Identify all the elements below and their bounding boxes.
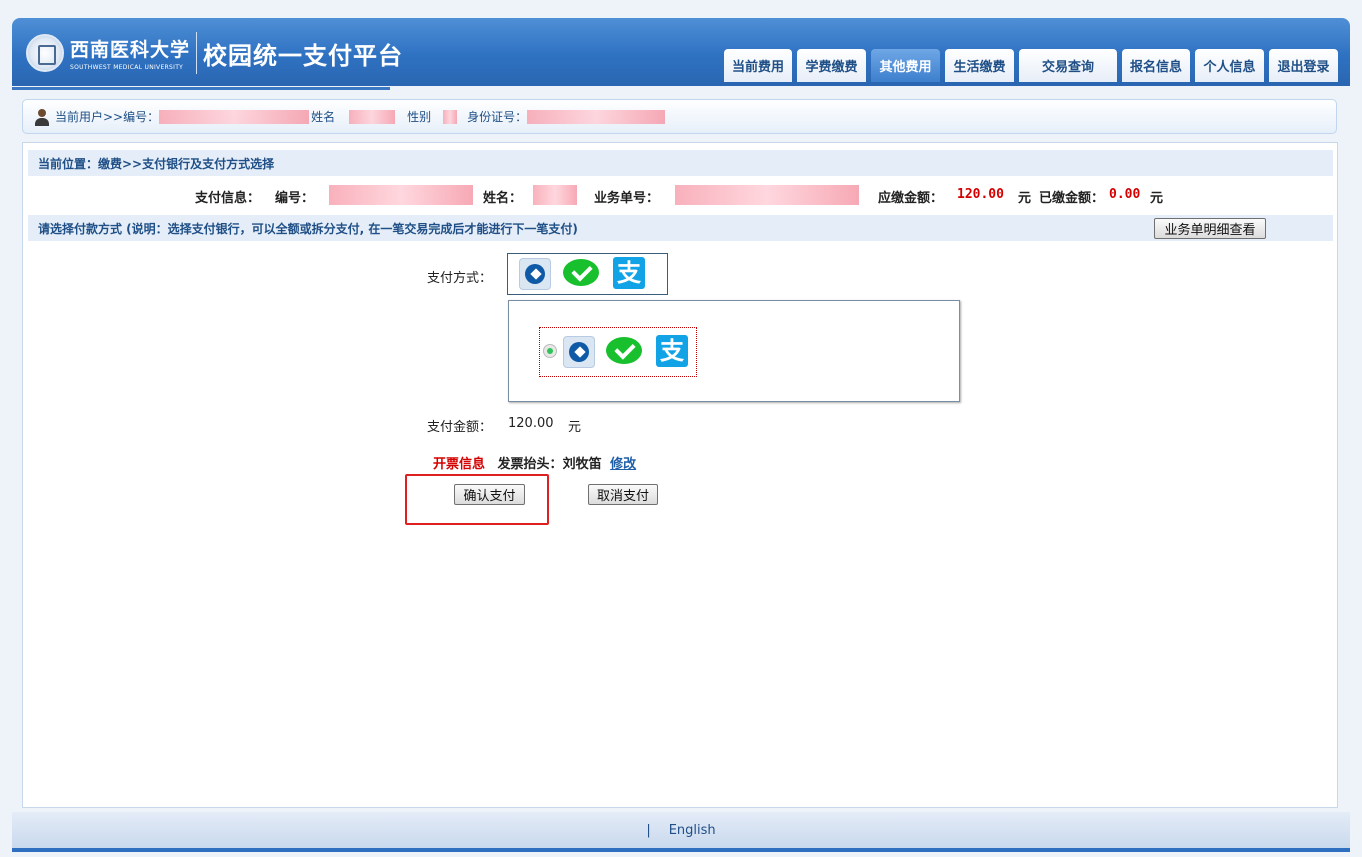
payinfo-name-label: 姓名： [483, 191, 523, 206]
redacted-order-no [675, 185, 859, 205]
footer-separator: | [646, 822, 651, 838]
tab-registration[interactable]: 报名信息 [1122, 49, 1190, 82]
payinfo-order-label: 业务单号： [594, 191, 660, 206]
ccb-bank-icon[interactable] [519, 258, 551, 290]
redacted-id-card [527, 109, 666, 124]
redacted-gender [443, 109, 458, 124]
payinfo-id-label: 编号： [275, 191, 315, 206]
channel-radio[interactable] [543, 344, 557, 358]
user-icon [33, 108, 51, 126]
payinfo-title: 支付信息： [195, 191, 261, 206]
tab-current-fees[interactable]: 当前费用 [724, 49, 792, 82]
user-gender-label: 性别 [407, 110, 432, 124]
logo-divider [196, 32, 198, 74]
payment-method-options[interactable]: 支 [507, 253, 668, 295]
redacted-payinfo-id [329, 185, 473, 205]
alipay-icon: 支 [656, 335, 688, 367]
alipay-icon[interactable]: 支 [613, 257, 645, 289]
tab-transactions[interactable]: 交易查询 [1019, 49, 1117, 82]
invoice-edit-link[interactable]: 修改 [610, 457, 636, 472]
payinfo-paid-currency: 元 [1150, 191, 1164, 206]
breadcrumb: 当前位置：缴费>>支付银行及支付方式选择 [28, 150, 1333, 176]
selected-payment-channel[interactable]: 支 [539, 327, 697, 377]
payinfo-due-currency: 元 [1018, 191, 1032, 206]
invoice-title-value: 刘牧笛 [562, 457, 602, 472]
payment-method-label: 支付方式： [427, 271, 493, 286]
header-underline [12, 87, 390, 90]
payinfo-due-value: 120.00 [957, 187, 1004, 202]
current-user-bar: 当前用户>>编号： 姓名 性别 身份证号： [22, 99, 1337, 134]
main-panel: 当前位置：缴费>>支付银行及支付方式选择 支付信息： 编号： 姓名： 业务单号：… [22, 142, 1338, 808]
invoice-title-label: 发票抬头： [497, 457, 563, 472]
app-header: 西南医科大学 SOUTHWEST MEDICAL UNIVERSITY 校园统一… [12, 18, 1350, 90]
tab-living-fees[interactable]: 生活缴费 [945, 49, 1014, 82]
user-name-label: 姓名 [311, 110, 336, 124]
english-link[interactable]: English [669, 823, 716, 838]
payinfo-paid-value: 0.00 [1109, 187, 1141, 202]
user-id-card-label: 身份证号： [467, 110, 528, 124]
school-seal-icon [26, 34, 64, 72]
payment-amount-label: 支付金额： [427, 420, 493, 435]
payment-info-row: 支付信息： 编号： 姓名： 业务单号： 应缴金额： 120.00 元 已缴金额：… [23, 185, 1337, 206]
confirm-pay-button[interactable]: 确认支付 [454, 484, 525, 505]
ccb-bank-icon [563, 336, 595, 368]
redacted-payinfo-name [533, 185, 577, 205]
payment-channel-box: 支 [508, 300, 960, 402]
redacted-user-name [349, 109, 396, 124]
tab-tuition[interactable]: 学费缴费 [797, 49, 866, 82]
tab-logout[interactable]: 退出登录 [1269, 49, 1338, 82]
main-nav: 当前费用 学费缴费 其他费用 生活缴费 交易查询 报名信息 个人信息 退出登录 [719, 49, 1338, 82]
redacted-user-id [159, 109, 310, 124]
school-logo: 西南医科大学 SOUTHWEST MEDICAL UNIVERSITY 校园统一… [26, 32, 403, 74]
order-detail-button[interactable]: 业务单明细查看 [1154, 218, 1266, 239]
user-id-label: 当前用户>>编号： [55, 110, 160, 124]
payinfo-paid-label: 已缴金额： [1039, 191, 1105, 206]
wechat-pay-icon [606, 334, 642, 366]
payinfo-due-label: 应缴金额： [878, 191, 944, 206]
school-name-cn: 西南医科大学 [70, 39, 191, 61]
tab-other-fees[interactable]: 其他费用 [871, 49, 940, 82]
school-name: 西南医科大学 SOUTHWEST MEDICAL UNIVERSITY [70, 35, 190, 71]
page-footer: | English [12, 812, 1350, 852]
payment-amount-value: 120.00 [508, 416, 554, 431]
school-name-en: SOUTHWEST MEDICAL UNIVERSITY [70, 64, 184, 71]
payment-method-instructions: 请选择付款方式 (说明：选择支付银行，可以全额或拆分支付, 在一笔交易完成后才能… [38, 221, 578, 236]
payment-amount-unit: 元 [568, 420, 582, 435]
payment-method-bar: 请选择付款方式 (说明：选择支付银行，可以全额或拆分支付, 在一笔交易完成后才能… [28, 215, 1333, 241]
invoice-info: 开票信息 发票抬头：刘牧笛 修改 [433, 453, 636, 472]
invoice-label: 开票信息 [433, 457, 486, 472]
platform-title: 校园统一支付平台 [203, 41, 404, 70]
wechat-pay-icon[interactable] [563, 256, 599, 288]
tab-personal-info[interactable]: 个人信息 [1195, 49, 1264, 82]
cancel-pay-button[interactable]: 取消支付 [588, 484, 658, 505]
